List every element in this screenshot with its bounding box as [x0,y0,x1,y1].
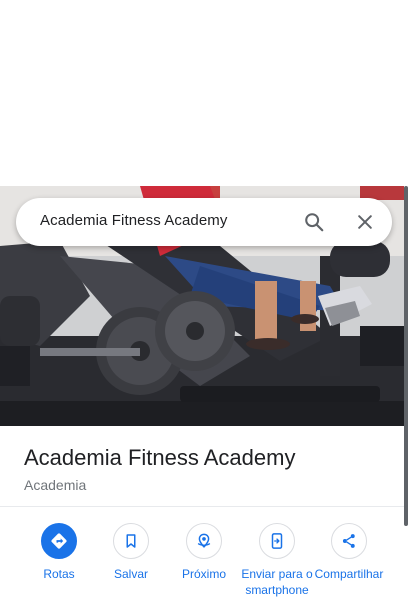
close-icon[interactable] [351,208,379,236]
search-box[interactable]: Academia Fitness Academy [16,198,392,246]
page: Academia Fitness Academy Academia Fitnes… [0,0,408,612]
bookmark-icon [113,523,149,559]
nearby-icon [186,523,222,559]
send-to-phone-button[interactable]: Enviar para o smartphone [240,523,314,598]
divider [0,506,404,507]
save-button[interactable]: Salvar [94,523,168,582]
directions-button[interactable]: Rotas [22,523,96,582]
nearby-label: Próximo [181,567,226,581]
nearby-button[interactable]: Próximo [167,523,241,582]
place-panel: Academia Fitness Academy Academia Fitnes… [0,186,408,612]
share-icon [331,523,367,559]
search-input[interactable]: Academia Fitness Academy [40,212,227,229]
send-to-phone-icon [259,523,295,559]
directions-label: Rotas [43,567,75,581]
place-header: Academia Fitness Academy Academia [24,444,394,494]
directions-icon [41,523,77,559]
save-label: Salvar [113,567,148,581]
share-label: Compartilhar [314,567,384,581]
panel-scrollbar[interactable] [404,186,408,526]
place-title: Academia Fitness Academy [24,445,296,470]
place-category[interactable]: Academia [24,476,394,494]
share-button[interactable]: Compartilhar [312,523,386,582]
send-to-phone-label: Enviar para o smartphone [241,567,313,597]
search-icon[interactable] [300,208,328,236]
action-bar: Rotas Salvar Próximo Enviar para o smart… [0,523,404,612]
